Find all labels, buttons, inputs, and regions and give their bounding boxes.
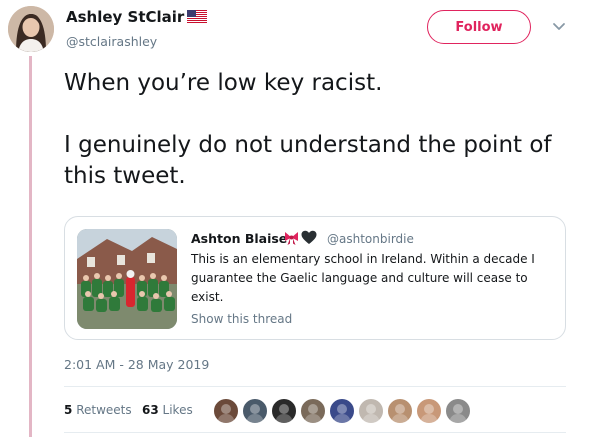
tweet-paragraph: When you’re low key racist. bbox=[64, 70, 383, 96]
liker-avatar-7[interactable] bbox=[387, 398, 413, 424]
chevron-down-icon[interactable] bbox=[552, 22, 566, 32]
us-flag-icon bbox=[187, 10, 207, 23]
divider bbox=[64, 386, 566, 387]
black-heart-icon bbox=[301, 230, 317, 244]
author-name[interactable]: Ashley StClair bbox=[66, 8, 184, 26]
thread-line bbox=[29, 56, 32, 437]
author-avatar-image bbox=[8, 6, 54, 52]
quoted-tweet-card[interactable]: Ashton Blaise @ashtonbirdie This is an e… bbox=[64, 216, 566, 340]
liker-avatar-9[interactable] bbox=[445, 398, 471, 424]
divider bbox=[64, 432, 566, 433]
quoted-author-handle[interactable]: @ashtonbirdie bbox=[327, 232, 414, 246]
follow-button[interactable]: Follow bbox=[427, 10, 531, 44]
liker-avatar-6[interactable] bbox=[358, 398, 384, 424]
quoted-tweet-media[interactable] bbox=[77, 229, 177, 329]
author-avatar[interactable] bbox=[8, 6, 54, 52]
tweet-timestamp[interactable]: 2:01 AM - 28 May 2019 bbox=[64, 357, 209, 372]
likes-label: Likes bbox=[162, 403, 193, 417]
liker-avatar-3[interactable] bbox=[271, 398, 297, 424]
liker-avatar-4[interactable] bbox=[300, 398, 326, 424]
tweet-paragraph: I genuinely do not understand the point … bbox=[64, 132, 552, 189]
likes-stat[interactable]: 63 Likes bbox=[142, 403, 193, 417]
tweet-text: When you’re low key racist. I genuinely … bbox=[64, 68, 584, 192]
retweets-count: 5 bbox=[64, 403, 73, 417]
quoted-author-name[interactable]: Ashton Blaise bbox=[191, 231, 287, 246]
liker-avatar-5[interactable] bbox=[329, 398, 355, 424]
ribbon-bow-icon bbox=[285, 232, 298, 245]
liker-avatar-2[interactable] bbox=[242, 398, 268, 424]
group-photo-thumbnail bbox=[77, 229, 177, 329]
quoted-tweet-text: This is an elementary school in Ireland.… bbox=[191, 252, 535, 304]
author-handle[interactable]: @stclairashley bbox=[66, 34, 157, 49]
retweets-stat[interactable]: 5 Retweets bbox=[64, 403, 132, 417]
liker-avatar-1[interactable] bbox=[213, 398, 239, 424]
likes-count: 63 bbox=[142, 403, 159, 417]
liker-avatar-8[interactable] bbox=[416, 398, 442, 424]
show-thread-link[interactable]: Show this thread bbox=[191, 312, 292, 326]
retweets-label: Retweets bbox=[76, 403, 132, 417]
